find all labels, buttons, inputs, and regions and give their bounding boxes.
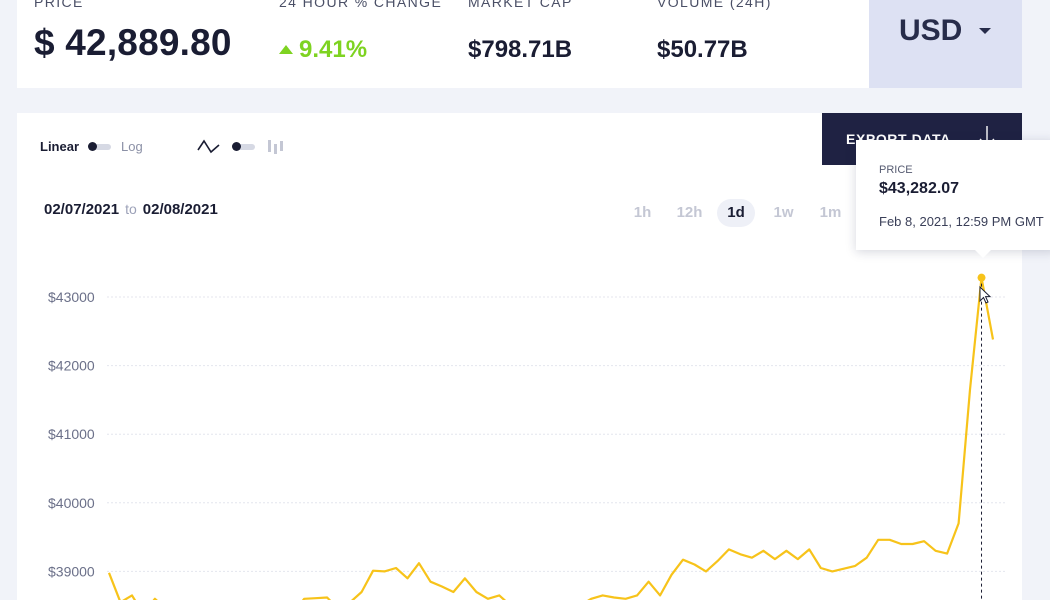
y-tick-label: $41000 <box>48 426 95 442</box>
market-cap-label: MARKET CAP <box>468 0 573 10</box>
price-line <box>107 276 995 600</box>
candlestick-chart-icon[interactable] <box>267 137 285 157</box>
switch-knob <box>232 142 241 151</box>
chart-type-switch[interactable] <box>232 142 255 151</box>
currency-select[interactable]: USD <box>869 0 1022 88</box>
tooltip-label: PRICE <box>879 164 913 176</box>
mouse-cursor-icon <box>979 286 992 304</box>
period-1d[interactable]: 1d <box>717 199 755 227</box>
line-chart-icon[interactable] <box>197 139 221 155</box>
change-value: 9.41% <box>299 36 368 63</box>
switch-knob <box>88 141 98 151</box>
volume-label: VOLUME (24H) <box>657 0 772 10</box>
scale-switch[interactable] <box>88 141 112 151</box>
linear-option[interactable]: Linear <box>40 139 79 154</box>
volume-value: $50.77B <box>657 36 748 63</box>
scale-toggle: Linear Log <box>40 139 143 154</box>
price-chart[interactable]: $43000 $42000 $41000 $40000 $39000 <box>17 226 1022 600</box>
range-from[interactable]: 02/07/2021 <box>44 201 119 218</box>
chart-type-toggle <box>197 137 285 157</box>
y-tick-label: $43000 <box>48 289 95 305</box>
y-tick-label: $39000 <box>48 563 95 579</box>
price-value: $ 42,889.80 <box>34 22 232 63</box>
y-tick-label: $40000 <box>48 495 95 511</box>
chevron-down-icon <box>979 28 991 34</box>
market-cap-value: $798.71B <box>468 36 573 63</box>
price-label: PRICE <box>34 0 84 10</box>
change-value-wrap: 9.41% <box>279 36 367 64</box>
range-to[interactable]: 02/08/2021 <box>143 201 218 218</box>
price-tooltip: PRICE $43,282.07 Feb 8, 2021, 12:59 PM G… <box>856 140 1050 258</box>
log-option[interactable]: Log <box>121 139 143 154</box>
range-separator: to <box>125 201 137 217</box>
tooltip-date: Feb 8, 2021, 12:59 PM GMT <box>879 214 1044 229</box>
chart-grid <box>107 296 1007 572</box>
period-1h[interactable]: 1h <box>619 199 666 227</box>
change-label: 24 HOUR % CHANGE <box>279 0 443 10</box>
period-1m[interactable]: 1m <box>807 199 854 227</box>
period-selector: 1h 12h 1d 1w 1m <box>619 199 854 227</box>
currency-label: USD <box>899 14 963 47</box>
y-axis-ticks: $43000 $42000 $41000 $40000 $39000 <box>48 289 95 579</box>
date-range: 02/07/2021 to 02/08/2021 <box>44 201 218 218</box>
stats-bar: PRICE $ 42,889.80 24 HOUR % CHANGE 9.41%… <box>17 0 869 88</box>
period-12h[interactable]: 12h <box>666 199 713 227</box>
hover-point <box>977 273 986 282</box>
period-1w[interactable]: 1w <box>760 199 807 227</box>
y-tick-label: $42000 <box>48 358 95 374</box>
triangle-up-icon <box>279 45 293 54</box>
tooltip-value: $43,282.07 <box>879 180 960 197</box>
